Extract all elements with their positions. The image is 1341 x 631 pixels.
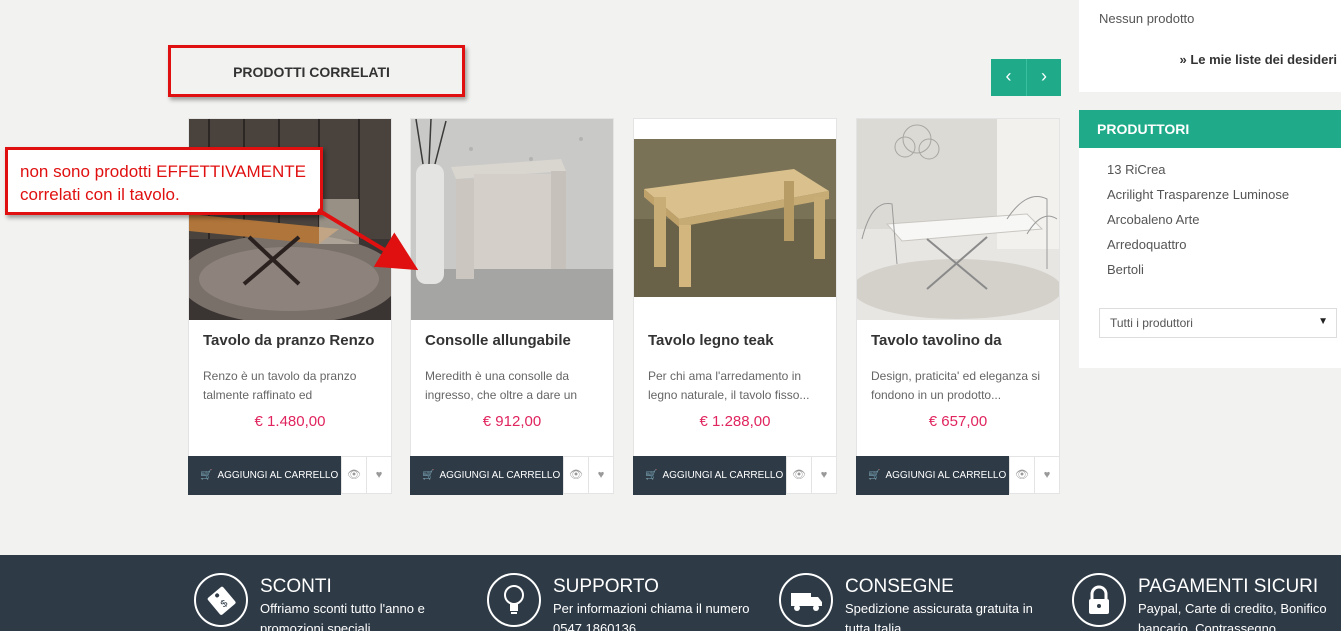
product-description: Meredith è una consolle da ingresso, che…	[425, 369, 578, 402]
product-card[interactable]: Consolle allungabile Meredith è una cons…	[410, 118, 614, 495]
add-to-cart-button[interactable]: 🛒 AGGIUNGI AL CARRELLO	[410, 456, 563, 495]
wishlist-heart-icon[interactable]: ♥	[811, 456, 836, 494]
chevron-right-icon: ›	[1041, 66, 1047, 86]
brands-title: PRODUTTORI	[1079, 110, 1341, 148]
add-to-cart-button[interactable]: 🛒 AGGIUNGI AL CARRELLO	[188, 456, 341, 495]
quick-view-icon[interactable]: 👁	[786, 456, 811, 494]
add-to-cart-label: AGGIUNGI AL CARRELLO	[885, 470, 1007, 481]
product-name[interactable]: Tavolo da pranzo Renzo	[203, 332, 374, 349]
wishlist-empty-text: Nessun prodotto	[1099, 11, 1195, 26]
feature-text: Per informazioni chiama il numero 0547 1…	[553, 601, 750, 631]
cart-icon: 🛒	[200, 470, 213, 481]
footer-features: $ SCONTI Offriamo sconti tutto l'anno e …	[0, 555, 1341, 631]
product-description: Per chi ama l'arredamento in legno natur…	[648, 369, 810, 402]
feature-text: Paypal, Carte di credito, Bonifico banca…	[1138, 601, 1327, 631]
cart-icon: 🛒	[645, 470, 658, 481]
product-price: € 657,00	[928, 413, 988, 430]
product-name[interactable]: Tavolo tavolino da	[871, 332, 1002, 349]
brand-link[interactable]: Acrilight Trasparenze Luminose	[1107, 187, 1313, 212]
wishlist-link[interactable]: » Le mie liste dei desideri	[1179, 52, 1337, 67]
brand-link[interactable]: Bertoli	[1107, 262, 1313, 287]
quick-view-icon[interactable]: 👁	[1009, 456, 1034, 494]
truck-icon	[779, 573, 833, 627]
chevron-left-icon: ‹	[1005, 66, 1012, 86]
brand-link[interactable]: 13 RiCrea	[1107, 162, 1313, 187]
annotation-callout: non sono prodotti EFFETTIVAMENTE correla…	[5, 147, 323, 215]
product-image[interactable]	[857, 119, 1059, 320]
add-to-cart-label: AGGIUNGI AL CARRELLO	[439, 470, 561, 481]
carousel-prev-button[interactable]: ‹	[991, 59, 1026, 96]
wishlist-heart-icon[interactable]: ♥	[366, 456, 391, 494]
brands-select-value: Tutti i produttori	[1110, 316, 1193, 330]
add-to-cart-button[interactable]: 🛒 AGGIUNGI AL CARRELLO	[633, 456, 786, 495]
brands-block: PRODUTTORI 13 RiCrea Acrilight Trasparen…	[1079, 110, 1341, 368]
feature-title: SUPPORTO	[553, 576, 659, 597]
product-name[interactable]: Tavolo legno teak	[648, 332, 774, 349]
wishlist-heart-icon[interactable]: ♥	[1034, 456, 1059, 494]
wishlist-heart-icon[interactable]: ♥	[588, 456, 613, 494]
discount-tag-icon: $	[194, 573, 248, 627]
product-image[interactable]	[634, 119, 836, 320]
product-description: Renzo è un tavolo da pranzo talmente raf…	[203, 369, 357, 402]
related-products-title: PRODOTTI CORRELATI	[168, 45, 465, 97]
padlock-icon	[1072, 573, 1126, 627]
brand-link[interactable]: Arredoquattro	[1107, 237, 1313, 262]
feature-title: SCONTI	[260, 576, 332, 597]
quick-view-icon[interactable]: 👁	[341, 456, 366, 494]
lightbulb-icon	[487, 573, 541, 627]
product-card[interactable]: Tavolo legno teak Per chi ama l'arredame…	[633, 118, 837, 495]
product-description: Design, praticita' ed eleganza si fondon…	[871, 369, 1041, 402]
product-card[interactable]: Tavolo tavolino da Design, praticita' ed…	[856, 118, 1060, 495]
brand-link[interactable]: Arcobaleno Arte	[1107, 212, 1313, 237]
carousel-next-button[interactable]: ›	[1026, 59, 1061, 96]
add-to-cart-label: AGGIUNGI AL CARRELLO	[662, 470, 784, 481]
feature-text: Spedizione assicurata gratuita in tutta …	[845, 601, 1033, 631]
cart-icon: 🛒	[868, 470, 881, 481]
product-price: € 1.288,00	[699, 413, 771, 430]
brands-list: 13 RiCrea Acrilight Trasparenze Luminose…	[1079, 148, 1341, 287]
product-image[interactable]	[411, 119, 613, 320]
brands-select[interactable]: Tutti i produttori ▼	[1099, 308, 1337, 338]
annotation-text: non sono prodotti EFFETTIVAMENTE correla…	[20, 162, 306, 204]
quick-view-icon[interactable]: 👁	[563, 456, 588, 494]
add-to-cart-label: AGGIUNGI AL CARRELLO	[217, 470, 339, 481]
product-name[interactable]: Consolle allungabile	[425, 332, 571, 349]
feature-title: PAGAMENTI SICURI	[1138, 576, 1319, 597]
product-price: € 1.480,00	[254, 413, 326, 430]
product-price: € 912,00	[482, 413, 542, 430]
add-to-cart-button[interactable]: 🛒 AGGIUNGI AL CARRELLO	[856, 456, 1009, 495]
wishlist-block: Nessun prodotto » Le mie liste dei desid…	[1079, 0, 1341, 92]
caret-down-icon: ▼	[1318, 316, 1328, 327]
feature-title: CONSEGNE	[845, 576, 954, 597]
cart-icon: 🛒	[422, 470, 435, 481]
feature-text: Offriamo sconti tutto l'anno e promozion…	[260, 601, 425, 631]
